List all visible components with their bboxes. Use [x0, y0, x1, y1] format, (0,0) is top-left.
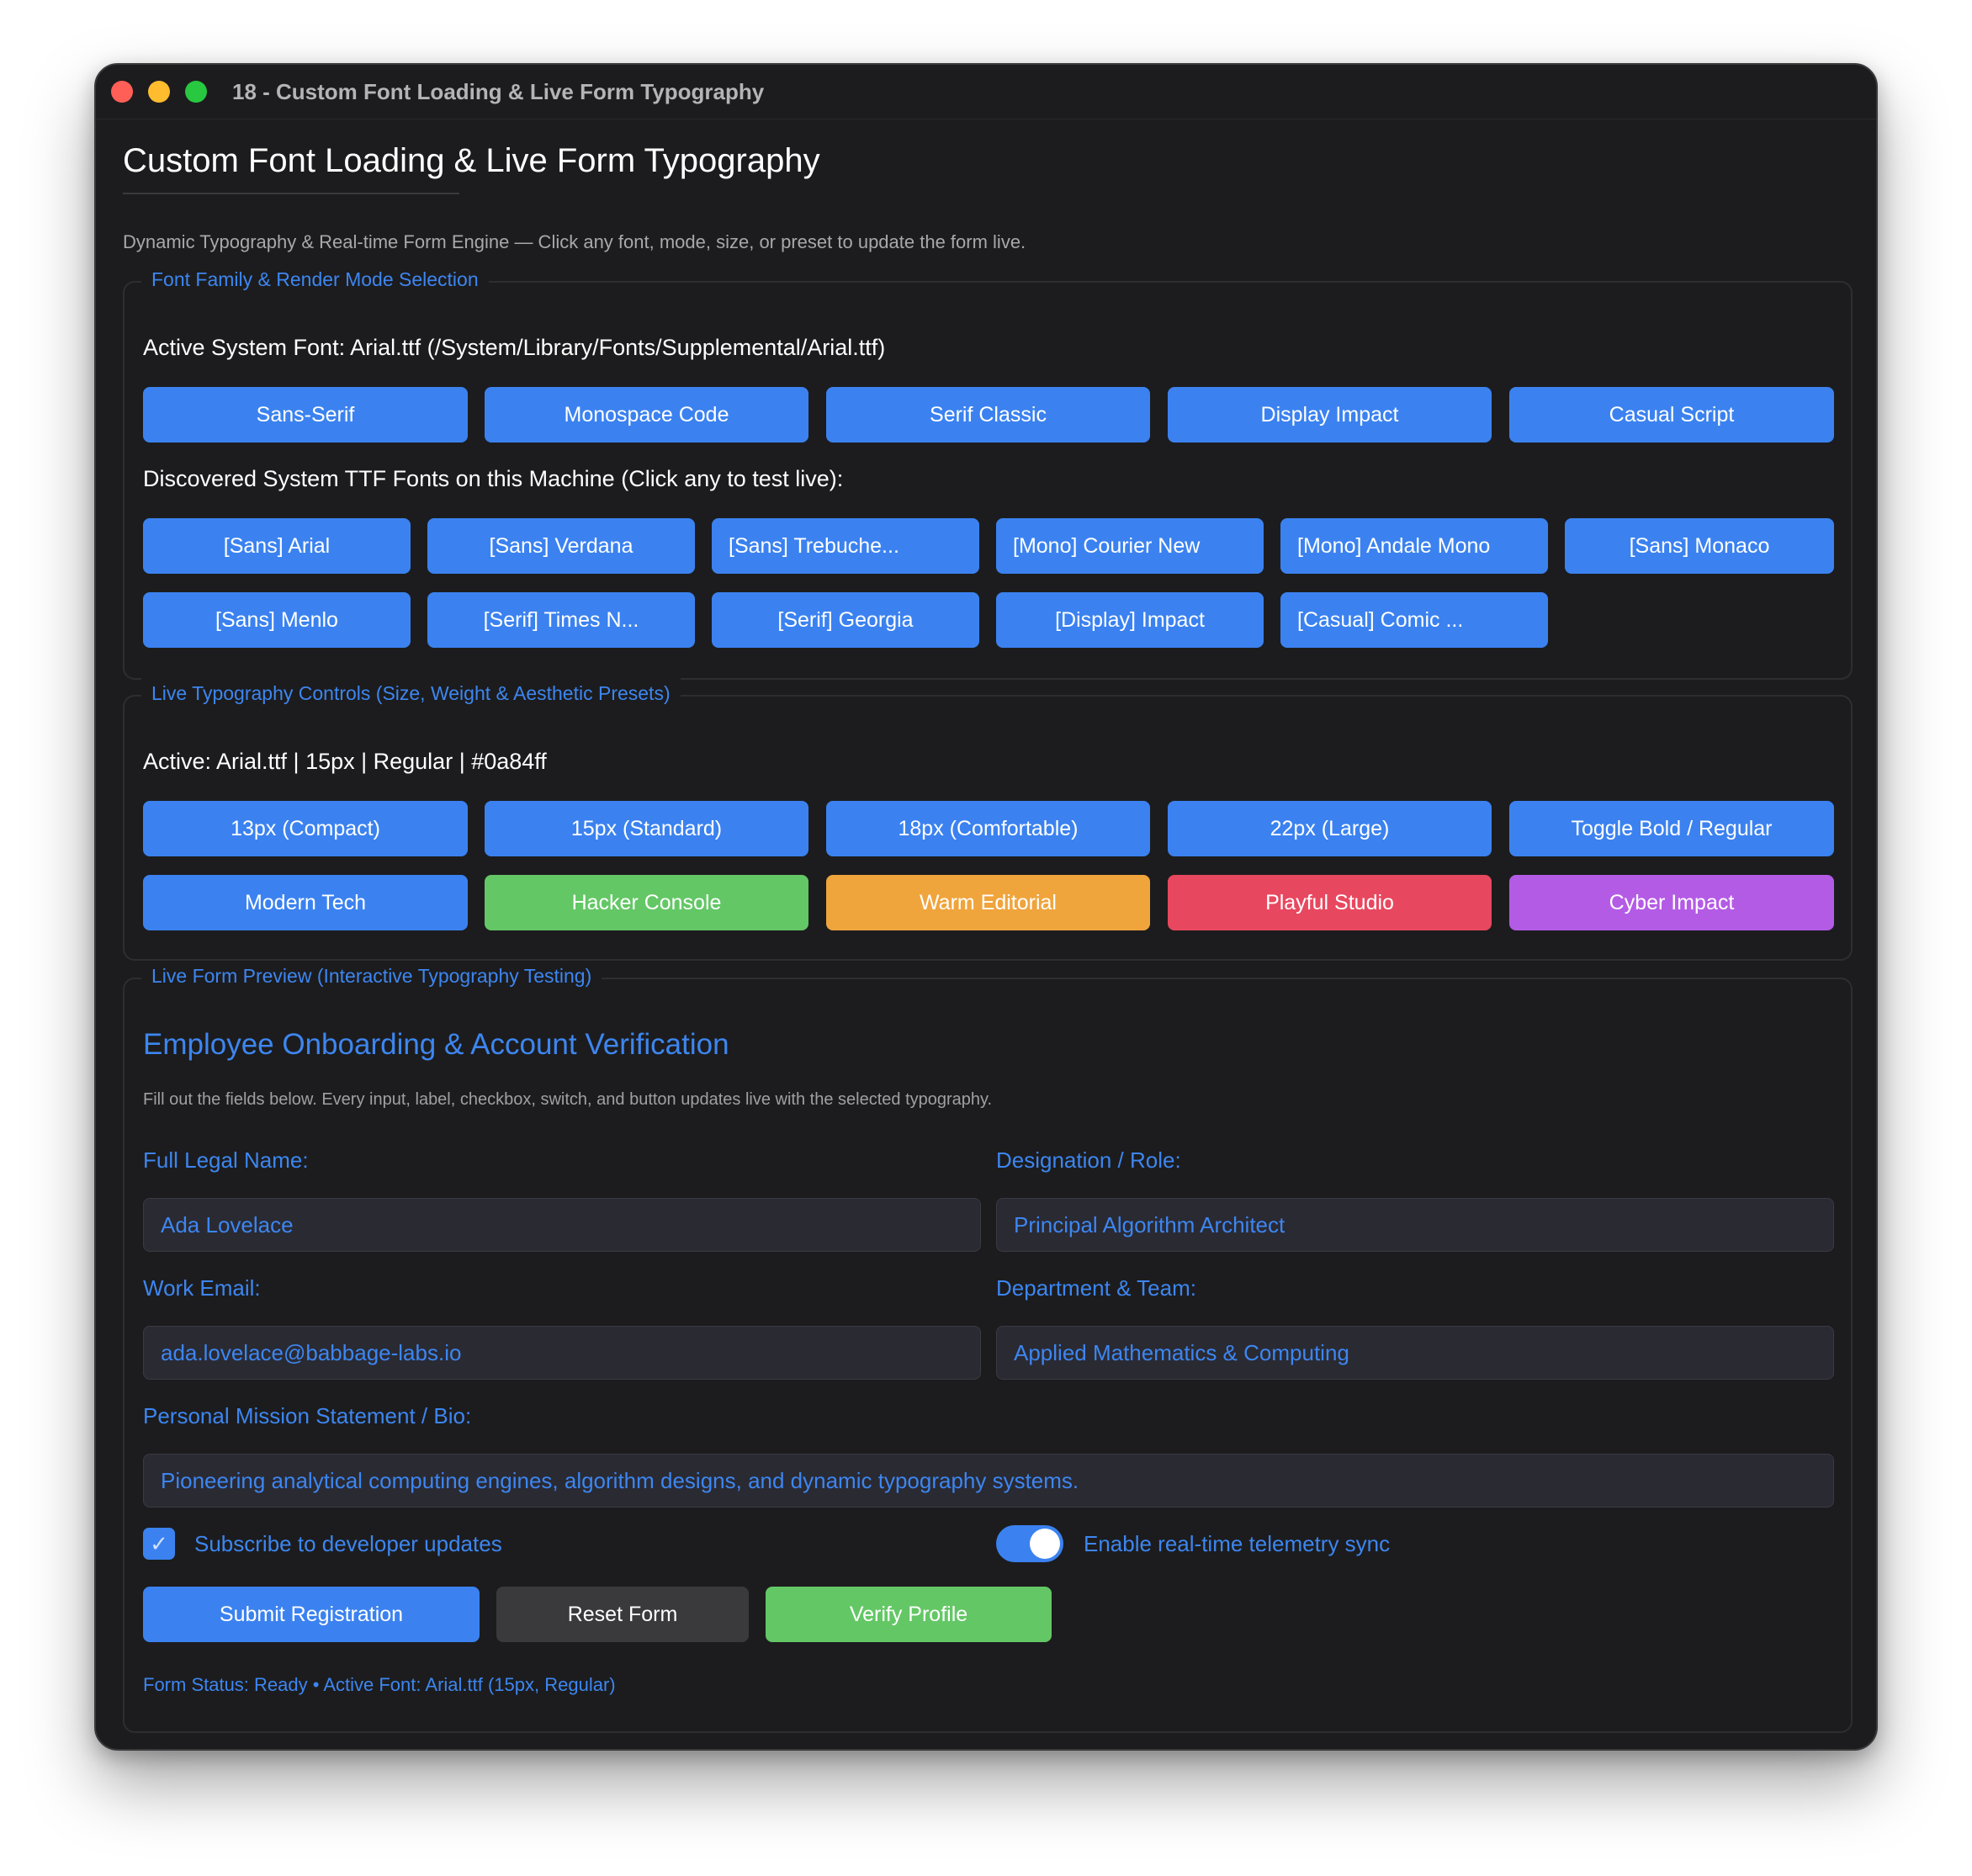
mode-button-sans-serif[interactable]: Sans-Serif: [143, 387, 468, 443]
app-window: 18 - Custom Font Loading & Live Form Typ…: [94, 63, 1878, 1751]
bio-input[interactable]: Pioneering analytical computing engines,…: [143, 1454, 1834, 1508]
active-font-label: Active System Font: Arial.ttf (/System/L…: [143, 335, 886, 360]
window-title: 18 - Custom Font Loading & Live Form Typ…: [232, 78, 765, 104]
full-name-input[interactable]: Ada Lovelace: [143, 1198, 981, 1252]
mode-button-serif[interactable]: Serif Classic: [826, 387, 1150, 443]
checkmark-icon: ✓: [150, 1530, 168, 1556]
role-input[interactable]: Principal Algorithm Architect: [996, 1198, 1834, 1252]
preset-button-cyber-impact[interactable]: Cyber Impact: [1509, 875, 1834, 930]
mode-button-casual[interactable]: Casual Script: [1509, 387, 1834, 443]
mode-button-display[interactable]: Display Impact: [1168, 387, 1492, 443]
size-button-15px[interactable]: 15px (Standard): [485, 801, 808, 856]
typography-controls-legend: Live Typography Controls (Size, Weight &…: [141, 678, 681, 708]
verify-profile-button[interactable]: Verify Profile: [766, 1587, 1052, 1642]
preset-button-warm-editorial[interactable]: Warm Editorial: [826, 875, 1150, 930]
maximize-window-button[interactable]: [185, 81, 207, 103]
submit-registration-button[interactable]: Submit Registration: [143, 1587, 480, 1642]
discovered-fonts-label: Discovered System TTF Fonts on this Mach…: [143, 466, 844, 491]
active-typography-label: Active: Arial.ttf | 15px | Regular | #0a…: [143, 749, 547, 774]
size-button-22px[interactable]: 22px (Large): [1168, 801, 1492, 856]
form-description: Fill out the fields below. Every input, …: [143, 1090, 993, 1109]
switch-knob: [1030, 1529, 1060, 1559]
mode-button-monospace[interactable]: Monospace Code: [485, 387, 808, 443]
department-input[interactable]: Applied Mathematics & Computing: [996, 1326, 1834, 1380]
font-button-georgia[interactable]: [Serif] Georgia: [712, 592, 979, 648]
work-email-label: Work Email:: [143, 1275, 261, 1301]
preset-button-playful-studio[interactable]: Playful Studio: [1168, 875, 1492, 930]
font-button-times-new-roman[interactable]: [Serif] Times N...: [427, 592, 695, 648]
font-family-legend: Font Family & Render Mode Selection: [141, 264, 489, 294]
font-button-trebuchet[interactable]: [Sans] Trebuche...: [712, 518, 979, 574]
font-button-verdana[interactable]: [Sans] Verdana: [427, 518, 695, 574]
form-title: Employee Onboarding & Account Verificati…: [143, 1028, 729, 1061]
font-button-impact[interactable]: [Display] Impact: [996, 592, 1264, 648]
font-button-courier-new[interactable]: [Mono] Courier New: [996, 518, 1264, 574]
font-family-group: Font Family & Render Mode Selection Acti…: [123, 264, 1853, 680]
subscribe-checkbox[interactable]: ✓: [143, 1528, 175, 1560]
role-label: Designation / Role:: [996, 1147, 1181, 1173]
page-subtitle: Dynamic Typography & Real-time Form Engi…: [123, 231, 1026, 252]
preset-button-modern-tech[interactable]: Modern Tech: [143, 875, 468, 930]
preset-button-hacker-console[interactable]: Hacker Console: [485, 875, 808, 930]
work-email-input[interactable]: ada.lovelace@babbage-labs.io: [143, 1326, 981, 1380]
font-button-andale-mono[interactable]: [Mono] Andale Mono: [1280, 518, 1548, 574]
title-underline: [123, 193, 459, 194]
title-bar: 18 - Custom Font Loading & Live Form Typ…: [96, 65, 1876, 119]
page-title: Custom Font Loading & Live Form Typograp…: [123, 142, 820, 179]
telemetry-label: Enable real-time telemetry sync: [1084, 1531, 1391, 1556]
toggle-bold-button[interactable]: Toggle Bold / Regular: [1509, 801, 1834, 856]
font-button-menlo[interactable]: [Sans] Menlo: [143, 592, 411, 648]
font-button-monaco[interactable]: [Sans] Monaco: [1565, 518, 1834, 574]
form-status: Form Status: Ready • Active Font: Arial.…: [143, 1674, 616, 1695]
bio-label: Personal Mission Statement / Bio:: [143, 1403, 472, 1428]
telemetry-switch[interactable]: [996, 1525, 1063, 1562]
window-controls: [111, 81, 207, 103]
size-button-18px[interactable]: 18px (Comfortable): [826, 801, 1150, 856]
size-button-13px[interactable]: 13px (Compact): [143, 801, 468, 856]
font-button-comic-sans[interactable]: [Casual] Comic ...: [1280, 592, 1548, 648]
form-preview-legend: Live Form Preview (Interactive Typograph…: [141, 961, 602, 991]
minimize-window-button[interactable]: [148, 81, 170, 103]
full-name-label: Full Legal Name:: [143, 1147, 309, 1173]
form-preview-group: Live Form Preview (Interactive Typograph…: [123, 961, 1853, 1733]
department-label: Department & Team:: [996, 1275, 1196, 1301]
typography-controls-group: Live Typography Controls (Size, Weight &…: [123, 678, 1853, 961]
subscribe-label: Subscribe to developer updates: [194, 1531, 502, 1556]
reset-form-button[interactable]: Reset Form: [496, 1587, 749, 1642]
close-window-button[interactable]: [111, 81, 133, 103]
font-button-arial[interactable]: [Sans] Arial: [143, 518, 411, 574]
